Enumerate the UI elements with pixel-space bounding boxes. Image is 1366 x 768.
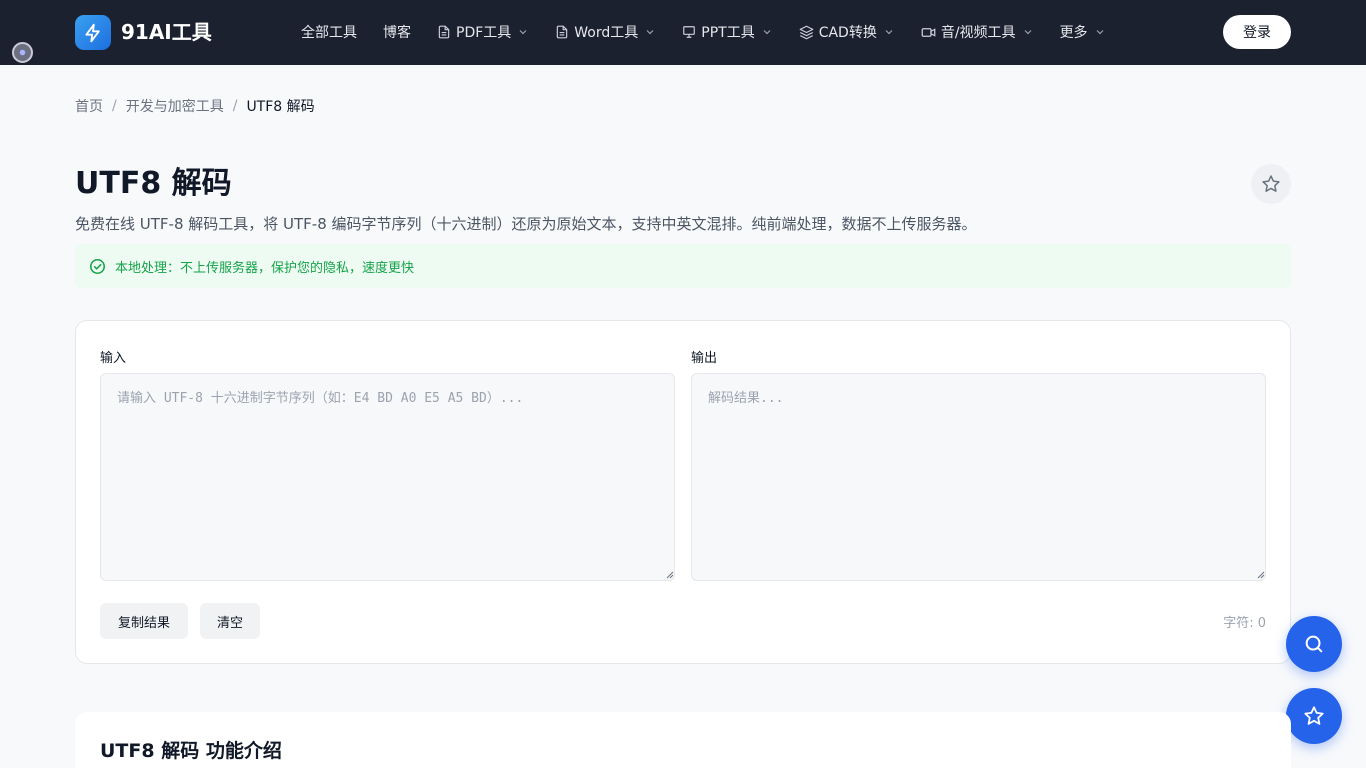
breadcrumb-current: UTF8 解码 xyxy=(246,99,315,115)
star-icon xyxy=(1304,706,1324,725)
input-textarea[interactable] xyxy=(100,373,675,581)
chevron-down-icon xyxy=(1022,26,1034,38)
nav-label: CAD转换 xyxy=(818,25,877,41)
nav-label: 更多 xyxy=(1059,25,1088,41)
privacy-notice: 本地处理：不上传服务器，保护您的隐私，速度更快 xyxy=(75,244,1291,288)
search-icon xyxy=(1305,635,1323,653)
document-icon xyxy=(555,25,569,39)
chevron-down-icon xyxy=(517,26,529,38)
clear-button[interactable]: 清空 xyxy=(200,603,260,639)
brand-name[interactable]: 91AI工具 xyxy=(121,18,212,46)
breadcrumb-separator: / xyxy=(112,98,117,114)
check-circle-icon xyxy=(89,258,106,274)
favorite-button[interactable] xyxy=(1251,164,1291,204)
document-icon xyxy=(437,25,451,39)
breadcrumb-category[interactable]: 开发与加密工具 xyxy=(126,96,224,116)
nav-word-tools[interactable]: Word工具 xyxy=(555,22,656,42)
page-description: 免费在线 UTF-8 解码工具，将 UTF-8 编码字节序列（十六进制）还原为原… xyxy=(75,215,977,233)
chevron-down-icon xyxy=(1094,26,1106,38)
top-navbar: 91AI工具 全部工具 博客 PDF工具 Word工具 PPT工具 CAD转换 … xyxy=(0,0,1366,65)
favorites-fab[interactable] xyxy=(1286,688,1342,744)
logo[interactable] xyxy=(75,15,111,50)
nav-label: PDF工具 xyxy=(456,25,512,41)
lightning-icon xyxy=(85,23,100,42)
feature-intro-section: UTF8 解码 功能介绍 xyxy=(75,712,1291,768)
resize-grip-icon[interactable] xyxy=(664,569,674,579)
page-title: UTF8 解码 xyxy=(75,166,232,201)
notice-text: 本地处理：不上传服务器，保护您的隐私，速度更快 xyxy=(115,260,415,276)
nav-more[interactable]: 更多 xyxy=(1060,22,1106,42)
presentation-icon xyxy=(682,25,696,39)
nav-ppt-tools[interactable]: PPT工具 xyxy=(682,22,772,42)
input-label: 输入 xyxy=(100,351,127,366)
nav-label: 音/视频工具 xyxy=(940,25,1016,41)
search-fab[interactable] xyxy=(1286,616,1342,672)
star-icon xyxy=(1262,175,1280,192)
tool-card: 输入 输出 复制结果 清空 字符: 0 xyxy=(75,320,1291,664)
breadcrumb: 首页 / 开发与加密工具 / UTF8 解码 xyxy=(75,96,315,116)
output-textarea[interactable] xyxy=(691,373,1266,581)
char-count: 字符: 0 xyxy=(1223,616,1266,631)
chevron-down-icon xyxy=(761,26,773,38)
nav-label: PPT工具 xyxy=(701,25,755,41)
resize-grip-icon[interactable] xyxy=(1255,569,1265,579)
nav-all-tools[interactable]: 全部工具 xyxy=(301,22,357,42)
breadcrumb-home[interactable]: 首页 xyxy=(75,96,103,116)
video-icon xyxy=(921,25,936,40)
main-nav: 全部工具 博客 PDF工具 Word工具 PPT工具 CAD转换 音/视频工具 xyxy=(301,20,1132,44)
chevron-down-icon xyxy=(644,26,656,38)
nav-cad-convert[interactable]: CAD转换 xyxy=(799,22,895,42)
intro-title: UTF8 解码 功能介绍 xyxy=(100,740,282,762)
nav-av-tools[interactable]: 音/视频工具 xyxy=(921,22,1034,42)
breadcrumb-separator: / xyxy=(232,98,238,114)
login-button[interactable]: 登录 xyxy=(1223,15,1291,49)
nav-pdf-tools[interactable]: PDF工具 xyxy=(437,22,529,42)
nav-label: Word工具 xyxy=(574,25,639,41)
extension-avatar-icon[interactable] xyxy=(12,42,33,63)
nav-label: 博客 xyxy=(383,25,411,41)
copy-result-button[interactable]: 复制结果 xyxy=(100,603,188,639)
nav-blog[interactable]: 博客 xyxy=(383,22,411,42)
nav-label: 全部工具 xyxy=(301,25,357,41)
chevron-down-icon xyxy=(883,26,895,38)
layers-icon xyxy=(799,25,814,40)
output-label: 输出 xyxy=(691,351,718,366)
